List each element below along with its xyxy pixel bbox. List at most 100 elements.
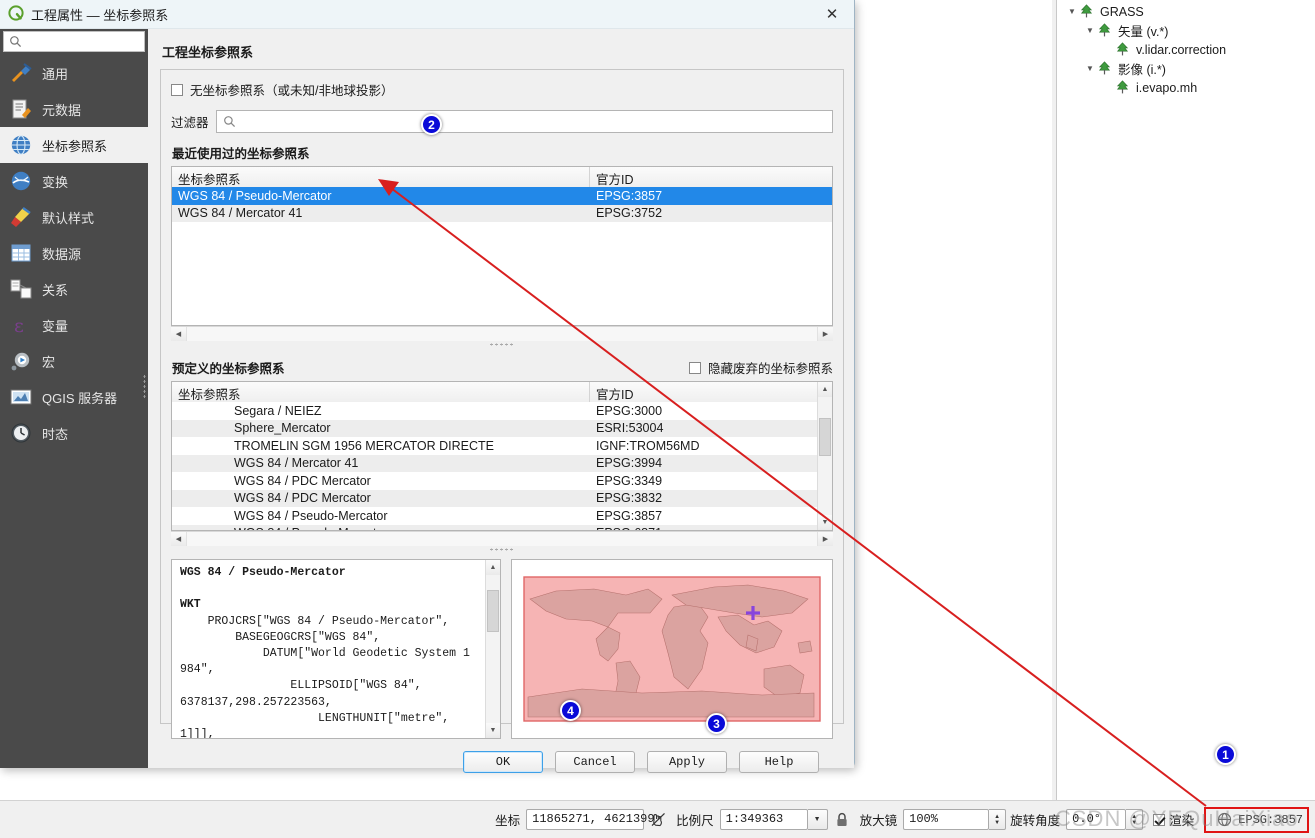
render-checkbox[interactable]: 渲染 bbox=[1153, 810, 1200, 829]
sidebar-item-8[interactable]: ε 变量 bbox=[0, 307, 148, 343]
magnifier-spinbox[interactable]: 100% ▲ ▼ bbox=[903, 809, 1007, 830]
tree-node[interactable]: i.evapo.mh bbox=[1065, 78, 1315, 97]
chevron-down-icon[interactable]: ▼ bbox=[1065, 7, 1079, 16]
hscroll-track[interactable] bbox=[186, 327, 818, 341]
sidebar-item-11[interactable]: 时态 bbox=[0, 415, 148, 451]
search-input[interactable] bbox=[3, 31, 145, 52]
no-crs-checkbox[interactable]: 无坐标参照系（或未知/非地球投影） bbox=[171, 80, 833, 99]
recent-crs-table[interactable]: 坐标参照系 官方ID WGS 84 / Pseudo-Mercator EPSG:… bbox=[171, 166, 833, 326]
lock-icon[interactable] bbox=[831, 809, 853, 831]
scroll-up-icon[interactable]: ▲ bbox=[818, 382, 832, 397]
sidebar-search[interactable] bbox=[0, 29, 148, 55]
column-header-id[interactable]: 官方ID bbox=[590, 382, 817, 402]
scroll-down-icon[interactable]: ▼ bbox=[486, 723, 500, 738]
scroll-left-icon[interactable]: ◀ bbox=[171, 327, 186, 341]
sidebar-item-5[interactable]: 默认样式 bbox=[0, 199, 148, 235]
sidebar-item-7[interactable]: 关系 bbox=[0, 271, 148, 307]
scroll-left-icon[interactable]: ◀ bbox=[171, 532, 186, 546]
coordinate-input[interactable]: 11865271, 4621399 bbox=[526, 809, 655, 830]
column-header-name[interactable]: 坐标参照系 bbox=[172, 382, 590, 402]
cell-crs-name: Segara / NEIEZ bbox=[234, 403, 322, 418]
predefined-crs-hscrollbar[interactable]: ◀ ▶ bbox=[171, 531, 833, 546]
column-header-id[interactable]: 官方ID bbox=[590, 167, 832, 187]
project-crs-button[interactable]: EPSG:3857 bbox=[1204, 806, 1309, 833]
predefined-crs-table[interactable]: 坐标参照系 官方ID Segara / NEIEZ EPSG:3000 Sphere… bbox=[171, 381, 833, 531]
table-row[interactable]: TROMELIN SGM 1956 MERCATOR DIRECTE IGNF:T… bbox=[172, 437, 817, 455]
magnifier-value[interactable]: 100% bbox=[903, 809, 990, 830]
sidebar-item-label: 关系 bbox=[42, 282, 69, 298]
hscroll-track[interactable] bbox=[186, 532, 818, 546]
rotation-spinbox[interactable]: 0.0° ▲ ▼ bbox=[1066, 809, 1144, 830]
table-row[interactable]: WGS 84 / PDC Mercator EPSG:3832 bbox=[172, 489, 817, 507]
table-row[interactable]: Sphere_Mercator ESRI:53004 bbox=[172, 419, 817, 437]
sidebar-item-2[interactable]: 元数据 bbox=[0, 91, 148, 127]
brush-icon bbox=[8, 204, 34, 230]
panel-splitter-handle[interactable] bbox=[171, 341, 833, 348]
predefined-crs-vscrollbar[interactable]: ▲ ▼ bbox=[817, 382, 832, 530]
tree-node[interactable]: ▼ GRASS bbox=[1065, 2, 1315, 21]
table-row[interactable]: WGS 84 / Pseudo-Mercator EPSG:3857 bbox=[172, 507, 817, 525]
lower-splitter-handle[interactable] bbox=[171, 546, 833, 553]
crs-group-box: 无坐标参照系（或未知/非地球投影） 过滤器 最近使用过的坐标参照系 坐标参照系 … bbox=[160, 69, 844, 773]
dialog-titlebar[interactable]: 工程属性 — 坐标参照系 ✕ bbox=[0, 0, 854, 29]
pan-extent-toggle-icon[interactable] bbox=[647, 809, 669, 831]
scale-value[interactable]: 1:349363 bbox=[719, 809, 808, 830]
table-row[interactable]: WGS 84 / Mercator 41 EPSG:3752 bbox=[172, 204, 832, 222]
ok-button[interactable]: OK bbox=[463, 751, 543, 773]
hide-deprecated-checkbox[interactable]: 隐藏废弃的坐标参照系 bbox=[688, 358, 833, 377]
chevron-down-icon[interactable]: ▼ bbox=[1083, 64, 1097, 73]
scroll-down-icon[interactable]: ▼ bbox=[818, 515, 832, 530]
crs-details-row: WGS 84 / Pseudo-Mercator WKT PROJCRS["WG… bbox=[171, 559, 833, 739]
sidebar-item-label: 变换 bbox=[42, 174, 69, 190]
sidebar-item-1[interactable]: 通用 bbox=[0, 55, 148, 91]
sidebar-resize-grip[interactable] bbox=[143, 374, 146, 400]
globe-icon bbox=[8, 132, 34, 158]
table-row[interactable]: Segara / NEIEZ EPSG:3000 bbox=[172, 402, 817, 420]
vscroll-thumb[interactable] bbox=[487, 590, 499, 632]
cancel-button[interactable]: Cancel bbox=[555, 751, 635, 773]
sidebar-item-9[interactable]: 宏 bbox=[0, 343, 148, 379]
spinner-arrows-icon[interactable]: ▲ ▼ bbox=[1126, 809, 1144, 830]
cell-crs-name: WGS 84 / Pseudo-Mercator bbox=[234, 508, 388, 523]
hide-deprecated-label: 隐藏废弃的坐标参照系 bbox=[707, 362, 833, 376]
sidebar-item-4[interactable]: 变换 bbox=[0, 163, 148, 199]
wkt-panel[interactable]: WGS 84 / Pseudo-Mercator WKT PROJCRS["WG… bbox=[171, 559, 501, 739]
grass-icon bbox=[1115, 80, 1132, 95]
filter-input[interactable] bbox=[215, 110, 833, 133]
tree-node[interactable]: v.lidar.correction bbox=[1065, 40, 1315, 59]
sidebar-item-10[interactable]: QGIS 服务器 bbox=[0, 379, 148, 415]
cell-crs-name: WGS 84 / PDC Mercator bbox=[234, 491, 371, 506]
tree-node-label: 矢量 (v.*) bbox=[1118, 25, 1169, 39]
scroll-right-icon[interactable]: ▶ bbox=[818, 327, 833, 341]
column-header-name[interactable]: 坐标参照系 bbox=[172, 167, 590, 187]
table-row[interactable]: WGS 84 / Mercator 41 EPSG:3994 bbox=[172, 454, 817, 472]
table-row[interactable]: WGS 84 / PDC Mercator EPSG:3349 bbox=[172, 472, 817, 490]
sidebar-item-3[interactable]: 坐标参照系 bbox=[0, 127, 148, 163]
chevron-down-icon[interactable]: ▼ bbox=[1083, 26, 1097, 35]
table-row[interactable]: WGS 84 / Pseudo-MercatorEPSG:6871 bbox=[172, 524, 817, 530]
transform-icon bbox=[8, 168, 34, 194]
recent-crs-hscrollbar[interactable]: ◀ ▶ bbox=[171, 326, 833, 341]
spinner-arrows-icon[interactable]: ▲ ▼ bbox=[989, 809, 1007, 830]
scroll-up-icon[interactable]: ▲ bbox=[486, 560, 500, 575]
sidebar-item-label: QGIS 服务器 bbox=[42, 390, 118, 406]
table-row[interactable]: WGS 84 / Pseudo-Mercator EPSG:3857 bbox=[172, 187, 832, 205]
wkt-body: PROJCRS["WGS 84 / Pseudo-Mercator", BASE… bbox=[180, 614, 470, 739]
apply-button[interactable]: Apply bbox=[647, 751, 727, 773]
scroll-right-icon[interactable]: ▶ bbox=[818, 532, 833, 546]
sidebar-item-6[interactable]: 数据源 bbox=[0, 235, 148, 271]
cell-crs-id: EPSG:3349 bbox=[596, 473, 663, 488]
browser-panel: ▼ GRASS ▼ 矢量 (v.*) v.lidar.correction ▼ 影像 (i.… bbox=[1056, 0, 1315, 800]
rotation-value[interactable]: 0.0° bbox=[1066, 809, 1127, 830]
help-button[interactable]: Help bbox=[739, 751, 819, 773]
tree-node[interactable]: ▼ 矢量 (v.*) bbox=[1065, 21, 1315, 40]
vscroll-thumb[interactable] bbox=[819, 418, 831, 456]
scale-combobox[interactable]: 1:349363 ▼ bbox=[719, 809, 828, 830]
checkbox-box bbox=[171, 83, 183, 96]
sidebar-item-label: 数据源 bbox=[42, 246, 82, 262]
tree-node-label: GRASS bbox=[1100, 4, 1144, 19]
close-icon[interactable]: ✕ bbox=[814, 1, 850, 28]
chevron-down-icon[interactable]: ▼ bbox=[807, 809, 828, 830]
tree-node[interactable]: ▼ 影像 (i.*) bbox=[1065, 59, 1315, 78]
wkt-vscrollbar[interactable]: ▲ ▼ bbox=[485, 560, 500, 738]
